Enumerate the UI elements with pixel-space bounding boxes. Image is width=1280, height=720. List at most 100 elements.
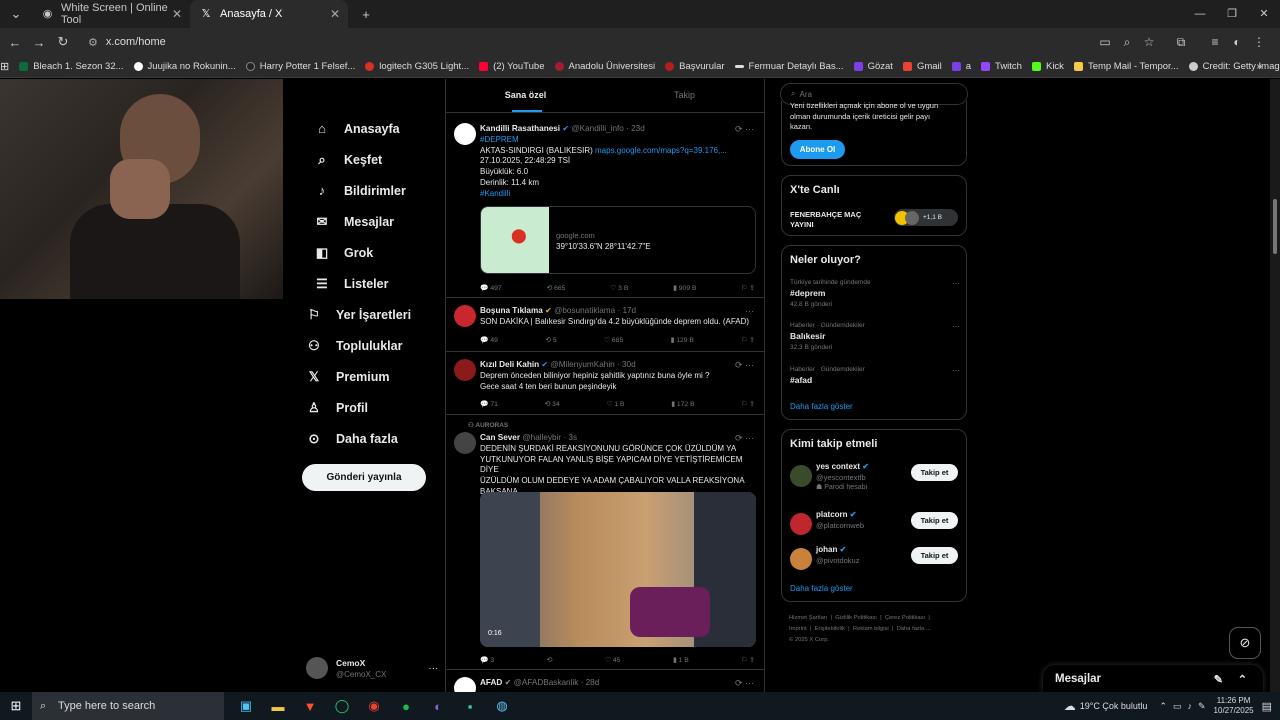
page-scrollbar[interactable] <box>1270 79 1280 692</box>
trend-item[interactable]: Haberler · Gündemdekiler Balıkesir 32,3 … <box>790 322 960 351</box>
tray-chevron-icon[interactable]: ⌃ <box>1159 701 1167 712</box>
chrome-icon[interactable]: ◉ <box>358 698 390 714</box>
grok-floating-button[interactable]: ⊘ <box>1229 627 1261 659</box>
map-link[interactable]: maps.google.com/maps?q=39.176,... <box>595 146 727 155</box>
post-button[interactable]: Gönderi yayınla <box>302 464 426 491</box>
tweet-can-sever[interactable]: ⚇ AURORAS Can Sever @halleybir · 3s ⟳ ··… <box>446 415 764 670</box>
trend-more-icon[interactable]: ··· <box>952 279 960 288</box>
site-info-icon[interactable]: ⚙ <box>88 36 98 49</box>
tweet-more-icon[interactable]: ⟳ ··· <box>735 433 754 444</box>
tweet-more-icon[interactable]: ··· <box>745 306 754 316</box>
show-more-link[interactable]: Daha fazla göster <box>790 402 853 411</box>
views-button[interactable]: ▮ 129 B <box>671 336 694 344</box>
nav-profile[interactable]: ♙ Profil <box>306 400 368 416</box>
install-app-icon[interactable]: ▭ <box>1094 35 1116 49</box>
follow-button[interactable]: Takip et <box>911 512 958 529</box>
follow-button[interactable]: Takip et <box>911 464 958 481</box>
taskbar-search[interactable]: ⌕ Type here to search <box>32 692 224 720</box>
menu-icon[interactable]: ⋮ <box>1248 35 1270 49</box>
bookmark-button[interactable]: ⚐ ⇪ <box>741 336 755 344</box>
subscribe-button[interactable]: Abone Ol <box>790 140 845 159</box>
close-tab-icon[interactable]: ✕ <box>172 7 182 21</box>
close-window-icon[interactable]: ✕ <box>1248 0 1280 28</box>
bookmark-gmail[interactable]: Gmail <box>902 61 942 72</box>
bookmark-button[interactable]: ⚐ ⇪ <box>741 400 755 408</box>
like-button[interactable]: ♡ 3 B <box>610 284 628 292</box>
retweet-button[interactable]: ⟲ 5 <box>545 336 556 344</box>
reply-button[interactable]: 💬 49 <box>480 336 498 344</box>
bookmark-juujika[interactable]: Juujika no Rokunin... <box>133 61 236 72</box>
bookmark-kick[interactable]: Kick <box>1031 61 1064 72</box>
bookmark-getty[interactable]: Credit: Getty Image... <box>1188 61 1280 72</box>
like-button[interactable]: ♡ 685 <box>604 336 623 344</box>
bookmark-basvurular[interactable]: Başvurular <box>665 61 725 72</box>
bookmark-button[interactable]: ⚐ ⇪ <box>741 656 755 664</box>
reply-button[interactable]: 💬 71 <box>480 400 498 408</box>
bookmark-logitech[interactable]: logitech G305 Light... <box>365 61 469 72</box>
views-button[interactable]: ▮ 172 B <box>671 400 694 408</box>
tweet-more-icon[interactable]: ⟳ ··· <box>735 360 754 371</box>
profile-icon[interactable]: ◐ <box>1226 35 1248 49</box>
bookmark-a[interactable]: a <box>951 61 971 72</box>
retweet-button[interactable]: ⟲ <box>547 656 553 664</box>
new-message-icon[interactable]: ✎ <box>1214 673 1223 686</box>
nav-grok[interactable]: ◧ Grok <box>314 245 373 261</box>
spotify-icon[interactable]: ● <box>390 699 422 714</box>
back-icon[interactable]: ← <box>3 35 27 50</box>
account-switcher[interactable]: CemoX @CemoX_CX ··· <box>306 657 438 679</box>
like-button[interactable]: ♡ 1 B <box>606 400 624 408</box>
tab-search-icon[interactable]: ⌄ <box>4 6 28 22</box>
pen-icon[interactable]: ✎ <box>1198 701 1206 712</box>
task-view-icon[interactable]: ▣ <box>230 698 262 714</box>
trend-item[interactable]: Türkiye tarihinde gündemde #deprem 42,8 … <box>790 279 960 308</box>
url-field[interactable]: ⚙ x.com/home <box>80 31 1090 53</box>
retweet-button[interactable]: ⟲ 665 <box>546 284 565 292</box>
nav-more[interactable]: ⊙ Daha fazla <box>306 431 398 447</box>
expand-icon[interactable]: ⌃ <box>1238 673 1247 686</box>
account-more-icon[interactable]: ··· <box>428 663 438 674</box>
tab-anasayfa-x[interactable]: 𝕏 Anasayfa / X ✕ <box>190 0 348 28</box>
tweet-bosuna-tiklama[interactable]: Boşuna Tıklama ✔ @bosunatiklama · 17d ··… <box>446 298 764 352</box>
minimize-icon[interactable]: — <box>1184 0 1216 28</box>
bookmark-star-icon[interactable]: ☆ <box>1138 35 1160 49</box>
bookmark-gozat[interactable]: Gözat <box>853 61 893 72</box>
reply-button[interactable]: 💬 497 <box>480 284 502 292</box>
views-button[interactable]: ▮ 1 B <box>673 656 689 664</box>
restore-icon[interactable]: ❐ <box>1216 0 1248 28</box>
whatsapp-icon[interactable]: ◯ <box>326 698 358 714</box>
nav-messages[interactable]: ✉ Mesajlar <box>314 214 394 230</box>
nav-lists[interactable]: ☰ Listeler <box>314 276 388 292</box>
nav-notifications[interactable]: ♪ Bildirimler <box>314 183 406 198</box>
file-explorer-icon[interactable]: ▬ <box>262 699 294 714</box>
views-button[interactable]: ▮ 909 B <box>673 284 696 292</box>
bookmark-youtube[interactable]: (2) YouTube <box>479 61 545 72</box>
zoom-icon[interactable]: ⌕ <box>1116 35 1138 50</box>
more-bookmarks-icon[interactable]: » <box>1256 61 1262 72</box>
show-more-link[interactable]: Daha fazla göster <box>790 584 853 593</box>
bookmark-anadolu[interactable]: Anadolu Üniversitesi <box>554 61 655 72</box>
windows-start-icon[interactable]: ⊞ <box>0 698 32 714</box>
messages-drawer[interactable]: Mesajlar ✎ ⌃ <box>1043 665 1263 692</box>
tweet-more-icon[interactable]: ⟳ ··· <box>735 124 754 135</box>
trend-more-icon[interactable]: ··· <box>952 322 960 331</box>
bookmark-temp-mail[interactable]: Temp Mail - Tempor... <box>1073 61 1179 72</box>
link-card[interactable]: ⬤ google.com 39°10'33.6"N 28°11'42.7"E <box>480 206 756 274</box>
bookmark-fermuar[interactable]: Fermuar Detaylı Bas... <box>734 61 844 72</box>
tab-for-you[interactable]: Sana özel <box>446 79 605 112</box>
weather-text[interactable]: 19°C Çok bulutlu <box>1080 701 1148 711</box>
nav-bookmarks[interactable]: ⚐ Yer İşaretleri <box>306 307 411 323</box>
nav-communities[interactable]: ⚇ Topluluklar <box>306 338 402 354</box>
extensions-icon[interactable]: ⧉ <box>1170 35 1192 50</box>
follow-button[interactable]: Takip et <box>911 547 958 564</box>
new-tab-icon[interactable]: + <box>354 7 378 22</box>
tab-following[interactable]: Takip <box>605 79 764 112</box>
tab-white-screen[interactable]: ◉ White Screen | Online Tool ✕ <box>32 0 190 28</box>
reply-button[interactable]: 💬 3 <box>480 656 494 664</box>
reading-list-icon[interactable]: ≡ <box>1204 35 1226 49</box>
reload-icon[interactable]: ↻ <box>51 34 75 50</box>
bookmark-bleach[interactable]: Bleach 1. Sezon 32... <box>19 61 124 72</box>
nav-explore[interactable]: ⌕ Keşfet <box>314 152 382 168</box>
notification-icon[interactable]: ▤ <box>1262 700 1272 713</box>
trend-more-icon[interactable]: ··· <box>952 366 960 375</box>
tweet-kizil-deli-kahin[interactable]: Kızıl Deli Kahin ✔ @MilenyumKahin · 30d … <box>446 352 764 415</box>
